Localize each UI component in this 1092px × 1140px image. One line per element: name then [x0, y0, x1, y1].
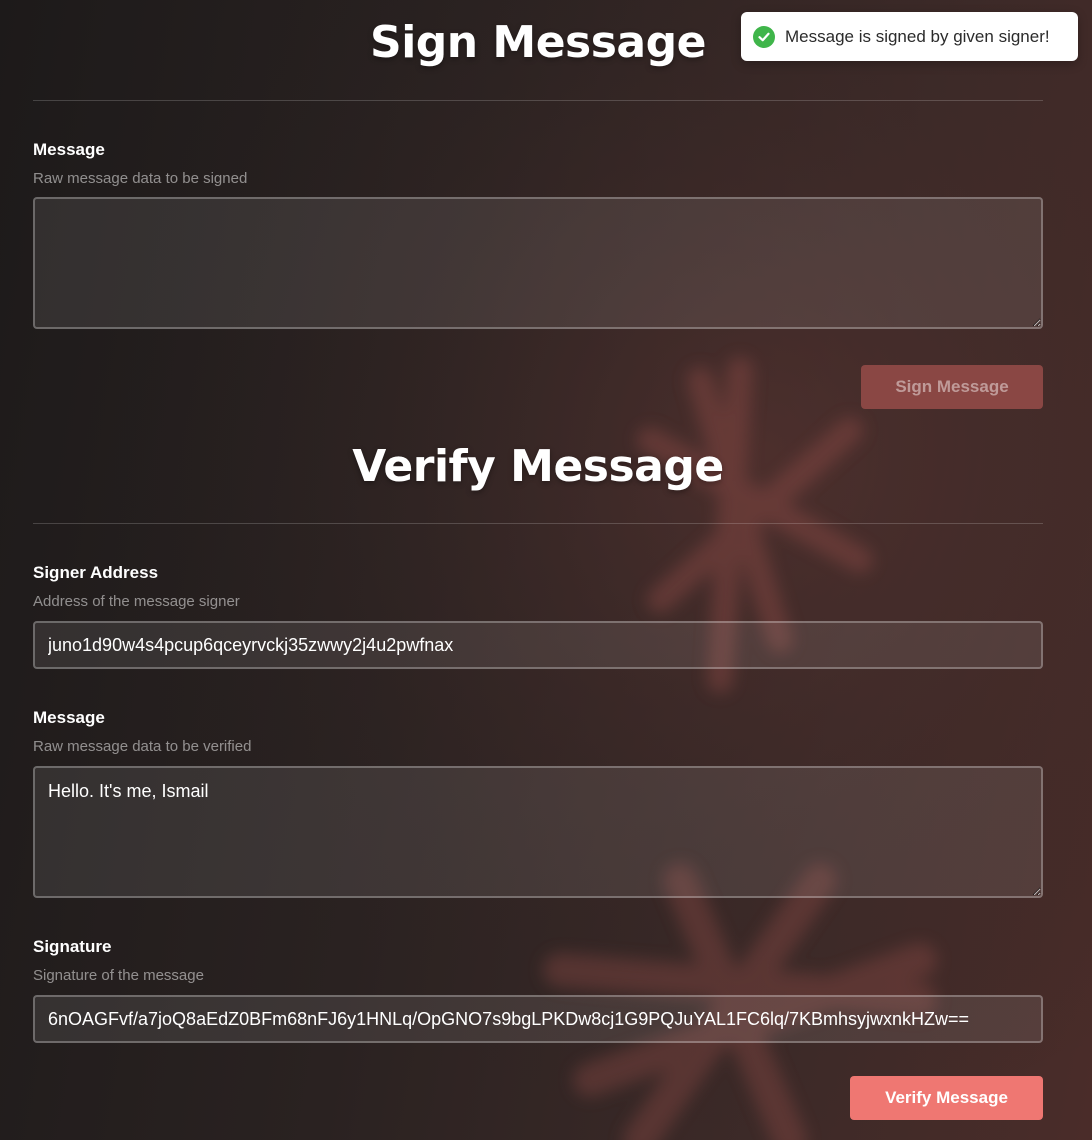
success-toast: Message is signed by given signer!	[741, 12, 1078, 61]
check-circle-icon	[753, 25, 775, 48]
sign-divider	[33, 100, 1043, 101]
verify-divider	[33, 523, 1043, 524]
signer-address-input[interactable]	[33, 621, 1043, 669]
verify-message-title: Verify Message	[352, 441, 724, 492]
sign-message-textarea[interactable]	[33, 197, 1043, 329]
verify-message-button[interactable]: Verify Message	[850, 1076, 1043, 1120]
verify-message-hint: Raw message data to be verified	[33, 738, 252, 755]
sign-message-button[interactable]: Sign Message	[861, 365, 1043, 409]
toast-message: Message is signed by given signer!	[785, 26, 1050, 46]
signer-address-label: Signer Address	[33, 563, 159, 582]
signature-input[interactable]	[33, 995, 1043, 1043]
verify-message-textarea[interactable]: Hello. It's me, Ismail	[33, 766, 1043, 898]
signer-address-hint: Address of the message signer	[33, 593, 240, 610]
signature-label: Signature	[33, 937, 112, 956]
signature-hint: Signature of the message	[33, 967, 204, 984]
sign-message-label: Message	[33, 140, 105, 159]
verify-message-label: Message	[33, 708, 105, 727]
sign-message-hint: Raw message data to be signed	[33, 170, 248, 187]
